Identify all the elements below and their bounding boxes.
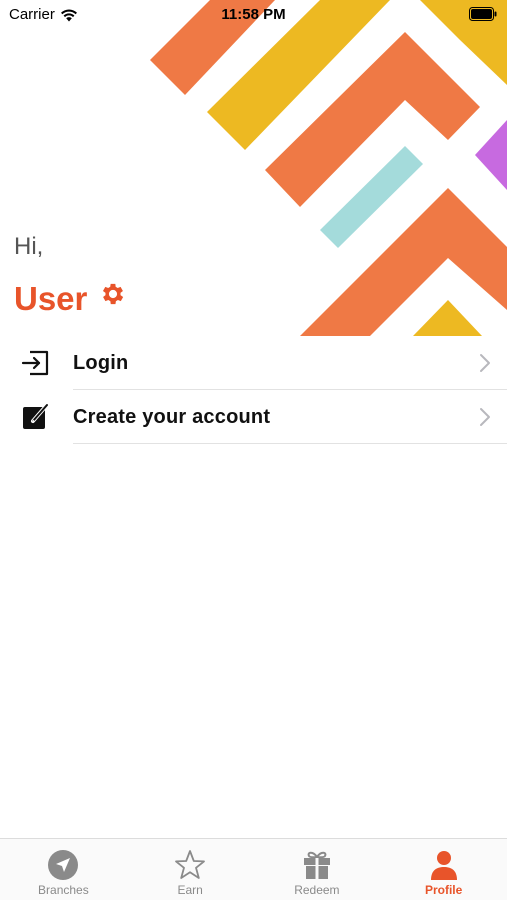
status-time: 11:58 PM [221, 6, 286, 23]
edit-icon [23, 404, 48, 429]
gear-icon[interactable] [99, 280, 127, 308]
divider [73, 443, 507, 444]
tab-redeem[interactable]: Redeem [254, 839, 381, 900]
login-icon [21, 350, 49, 376]
menu-item-label: Login [73, 351, 129, 374]
tab-earn[interactable]: Earn [127, 839, 254, 900]
tab-bar: Branches Earn Redeem Profile [0, 838, 507, 900]
menu-item-label: Create your account [73, 405, 271, 428]
user-name: User [14, 280, 88, 317]
gift-icon [303, 851, 330, 879]
user-header: User [14, 280, 127, 318]
greeting-text: Hi, [14, 233, 44, 260]
battery-icon [469, 7, 497, 21]
person-icon [430, 851, 457, 880]
tab-label: Branches [38, 883, 89, 897]
menu-item-create-account[interactable]: Create your account [0, 390, 507, 444]
menu-item-login[interactable]: Login [0, 336, 507, 390]
tab-branches[interactable]: Branches [0, 839, 127, 900]
chevron-right-icon [480, 408, 490, 426]
star-icon [175, 850, 206, 879]
tab-label: Profile [424, 883, 463, 897]
account-menu: Login Create your account [0, 336, 507, 444]
tab-label: Redeem [294, 883, 340, 897]
tab-label: Earn [177, 883, 203, 897]
navigation-arrow-icon [48, 850, 79, 880]
status-bar: Carrier 11:58 PM [0, 0, 507, 28]
tab-profile[interactable]: Profile [380, 839, 507, 900]
profile-screen: Carrier 11:58 PM Hi, User Login Create y… [0, 0, 507, 900]
chevron-right-icon [480, 354, 490, 372]
